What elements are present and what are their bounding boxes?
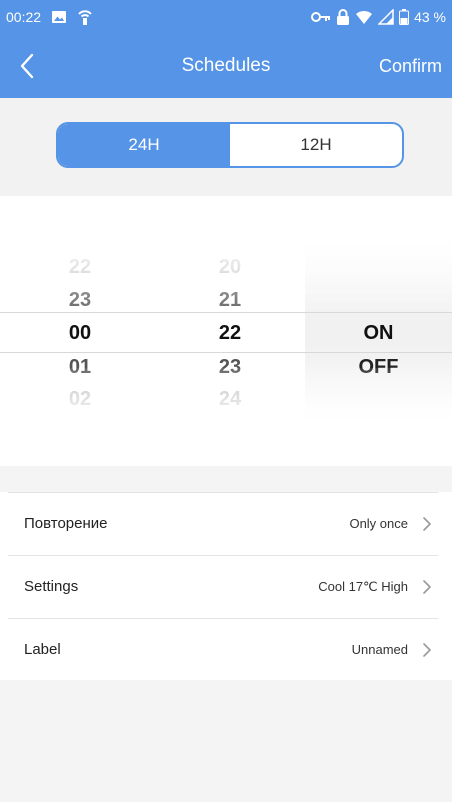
key-icon xyxy=(311,11,331,23)
time-picker: ON OFF 22 23 00 01 02 20 21 22 23 24 xyxy=(0,196,452,466)
label-row[interactable]: Label Unnamed xyxy=(8,618,438,682)
picker-minute-selected: 22 xyxy=(218,322,242,344)
chevron-right-icon xyxy=(423,643,431,657)
repeat-row[interactable]: Повторение Only once xyxy=(8,492,438,555)
picker-selection-line-top xyxy=(0,312,452,313)
status-bar: 00:22 43 % xyxy=(0,0,452,34)
wifi-tether-icon xyxy=(77,8,93,26)
signal-icon xyxy=(378,9,394,25)
picker-hour-option: 01 xyxy=(68,356,92,378)
minute-wheel[interactable]: 20 21 22 23 24 xyxy=(190,196,270,466)
picker-selection-line-bottom xyxy=(0,352,452,353)
state-wheel[interactable]: ON OFF xyxy=(305,196,452,466)
picker-minute-option: 20 xyxy=(218,256,242,278)
chevron-left-icon xyxy=(20,53,34,79)
section-divider xyxy=(0,466,452,492)
label-row-value: Unnamed xyxy=(351,642,408,657)
time-format-toggle: 24H 12H xyxy=(56,122,404,168)
picker-hour-option: 02 xyxy=(68,388,92,410)
back-button[interactable] xyxy=(12,48,42,84)
picker-hour-option: 23 xyxy=(68,289,92,311)
picker-hour-option: 22 xyxy=(68,256,92,278)
picker-hour-selected: 00 xyxy=(68,322,92,344)
time-format-section: 24H 12H xyxy=(0,98,452,196)
bottom-empty-area xyxy=(0,680,452,802)
picker-state-option: OFF xyxy=(358,356,399,378)
picker-minute-option: 23 xyxy=(218,356,242,378)
settings-list: Повторение Only once Settings Cool 17℃ H… xyxy=(8,492,438,682)
wifi-icon xyxy=(355,9,373,25)
chevron-right-icon xyxy=(423,580,431,594)
battery-icon xyxy=(399,9,410,25)
battery-percent: 43 % xyxy=(414,9,446,25)
picker-state-selected: ON xyxy=(363,322,394,344)
repeat-value: Only once xyxy=(349,516,408,531)
status-time: 00:22 xyxy=(6,9,42,25)
picker-minute-option: 21 xyxy=(218,289,242,311)
hour-wheel[interactable]: 22 23 00 01 02 xyxy=(40,196,120,466)
lock-icon xyxy=(336,9,350,25)
confirm-button[interactable]: Confirm xyxy=(379,48,442,84)
gallery-icon xyxy=(51,10,67,24)
format-24h-option[interactable]: 24H xyxy=(58,124,230,166)
app-header: Schedules Confirm xyxy=(0,34,452,98)
mode-settings-label: Settings xyxy=(24,578,79,595)
chevron-right-icon xyxy=(423,517,431,531)
label-row-label: Label xyxy=(24,641,61,658)
mode-settings-row[interactable]: Settings Cool 17℃ High xyxy=(8,555,438,618)
format-12h-option[interactable]: 12H xyxy=(230,124,402,166)
picker-minute-option: 24 xyxy=(218,388,242,410)
mode-settings-value: Cool 17℃ High xyxy=(318,579,408,594)
repeat-label: Повторение xyxy=(24,515,108,532)
